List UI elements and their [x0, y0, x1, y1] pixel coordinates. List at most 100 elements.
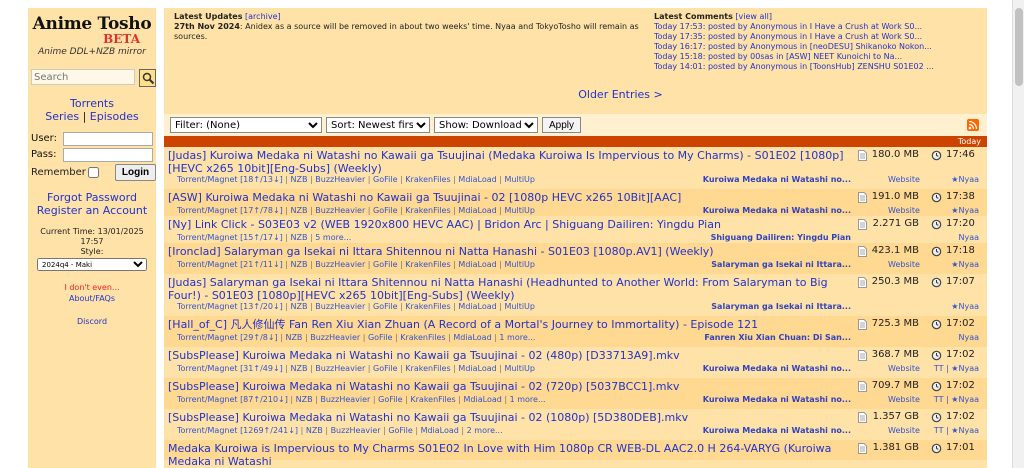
- torrent-download-link[interactable]: NZB: [291, 364, 308, 373]
- series-link[interactable]: Kuroiwa Medaka ni Watashi no...: [681, 426, 851, 435]
- torrent-title-link[interactable]: [SubsPlease] Kuroiwa Medaka ni Watashi n…: [168, 349, 856, 362]
- username-field[interactable]: [63, 131, 153, 146]
- file-info-icon[interactable]: [858, 219, 867, 233]
- show-select[interactable]: Show: Downloads: [434, 117, 538, 133]
- torrent-download-link[interactable]: /Magnet [87↑/210↓]: [205, 395, 288, 404]
- website-link[interactable]: Website: [879, 206, 929, 215]
- torrent-download-link[interactable]: MdiaLoad: [453, 333, 491, 342]
- torrent-title-link[interactable]: Medaka Kuroiwa is Impervious to My Charm…: [168, 442, 856, 468]
- torrent-download-link[interactable]: /Magnet [15↑/17↓]: [205, 233, 283, 242]
- torrent-download-link[interactable]: /Magnet [1269↑/241↓]: [205, 426, 298, 435]
- torrent-download-link[interactable]: GoFile: [378, 395, 402, 404]
- torrent-download-link[interactable]: /Magnet [17↑/78↓]: [205, 206, 283, 215]
- filter-select[interactable]: Filter: (None): [170, 117, 322, 133]
- torrent-download-link[interactable]: MultiUp: [505, 364, 536, 373]
- torrent-source-link[interactable]: ★Nyaa: [951, 260, 979, 269]
- page-scrollbar[interactable]: [1012, 0, 1024, 468]
- torrent-download-link[interactable]: GoFile: [373, 260, 397, 269]
- torrent-download-link[interactable]: Torrent: [177, 233, 205, 242]
- remember-checkbox[interactable]: [87, 167, 99, 178]
- torrent-download-link[interactable]: NZB: [291, 233, 308, 242]
- torrent-title-link[interactable]: [Ironclad] Salaryman ga Isekai ni Ittara…: [168, 245, 856, 258]
- nav-episodes[interactable]: Episodes: [90, 110, 139, 123]
- site-logo-title[interactable]: Anime Tosho: [28, 14, 156, 34]
- torrent-source-link[interactable]: Nyaa: [958, 233, 979, 242]
- torrent-download-link[interactable]: MdiaLoad: [458, 206, 496, 215]
- torrent-download-link[interactable]: MultiUp: [505, 260, 536, 269]
- website-link[interactable]: Website: [879, 175, 929, 184]
- torrent-download-link[interactable]: MdiaLoad: [458, 260, 496, 269]
- torrent-download-link[interactable]: MdiaLoad: [458, 302, 496, 311]
- torrent-title-link[interactable]: [Hall_of_C] 凡人修仙传 Fan Ren Xiu Xian Zhuan…: [168, 318, 856, 331]
- torrent-download-link[interactable]: BuzzHeavier: [315, 302, 365, 311]
- torrent-download-link[interactable]: GoFile: [373, 364, 397, 373]
- torrent-download-link[interactable]: MultiUp: [505, 206, 536, 215]
- torrent-download-link[interactable]: NZB: [306, 426, 323, 435]
- website-link[interactable]: Website: [879, 426, 929, 435]
- torrent-download-link[interactable]: MultiUp: [505, 175, 536, 184]
- series-link[interactable]: Salaryman ga Isekai ni Ittara...: [681, 302, 851, 311]
- torrent-download-link[interactable]: BuzzHeavier: [331, 426, 381, 435]
- torrent-source-link[interactable]: ★Nyaa: [951, 175, 979, 184]
- comment-item[interactable]: Today 15:18: posted by 00sas in [ASW] NE…: [654, 52, 974, 62]
- style-select[interactable]: 2024q4 - Maki: [37, 258, 147, 271]
- file-info-icon[interactable]: [858, 381, 867, 395]
- comment-item[interactable]: Today 14:01: posted by Anonymous in [Too…: [654, 62, 974, 72]
- torrent-download-link[interactable]: /Magnet [21↑/11↓]: [205, 260, 283, 269]
- series-link[interactable]: Fanren Xiu Xian Chuan: Di San...: [681, 333, 851, 342]
- torrent-download-link[interactable]: BuzzHeavier: [315, 260, 365, 269]
- torrent-source-link[interactable]: ★Nyaa: [951, 302, 979, 311]
- nav-series[interactable]: Series: [45, 110, 79, 123]
- series-link[interactable]: Kuroiwa Medaka ni Watashi no...: [681, 175, 851, 184]
- torrent-download-link[interactable]: Torrent: [177, 364, 205, 373]
- torrent-download-link[interactable]: KrakenFiles: [400, 333, 445, 342]
- series-link[interactable]: Kuroiwa Medaka ni Watashi no...: [681, 395, 851, 404]
- torrent-download-link[interactable]: /Magnet [29↑/8↓]: [205, 333, 278, 342]
- comment-item[interactable]: Today 16:17: posted by Anonymous in [neo…: [654, 42, 974, 52]
- torrent-source-link[interactable]: TT | ★Nyaa: [934, 364, 979, 373]
- series-link[interactable]: Shiguang Dailiren: Yingdu Pian: [681, 233, 851, 242]
- torrent-download-link[interactable]: NZB: [296, 395, 313, 404]
- torrent-title-link[interactable]: [Ny] Link Click - S03E03 v2 (WEB 1920x80…: [168, 218, 856, 231]
- torrent-download-link[interactable]: BuzzHeavier: [315, 175, 365, 184]
- torrent-download-link[interactable]: /Magnet [18↑/13↓]: [205, 175, 283, 184]
- torrent-download-link[interactable]: /Magnet [13↑/20↓]: [205, 302, 283, 311]
- torrent-download-link[interactable]: 1 more...: [499, 333, 535, 342]
- torrent-download-link[interactable]: KrakenFiles: [405, 302, 450, 311]
- torrent-title-link[interactable]: [Judas] Salaryman ga Isekai ni Ittara Sh…: [168, 276, 856, 302]
- torrent-download-link[interactable]: 5 more...: [315, 233, 351, 242]
- torrent-source-link[interactable]: TT | ★Nyaa: [934, 426, 979, 435]
- torrent-download-link[interactable]: BuzzHeavier: [315, 206, 365, 215]
- torrent-source-link[interactable]: TT | ★Nyaa: [934, 395, 979, 404]
- scrollbar-thumb[interactable]: [1015, 8, 1023, 86]
- torrent-download-link[interactable]: BuzzHeavier: [310, 333, 360, 342]
- torrent-download-link[interactable]: MdiaLoad: [458, 364, 496, 373]
- login-button[interactable]: Login: [114, 164, 157, 181]
- torrent-download-link[interactable]: NZB: [291, 175, 308, 184]
- torrent-title-link[interactable]: [Judas] Kuroiwa Medaka ni Watashi no Kaw…: [168, 149, 856, 175]
- comment-item[interactable]: Today 17:53: posted by Anonymous in I Ha…: [654, 22, 974, 32]
- search-input[interactable]: [31, 69, 135, 85]
- website-link[interactable]: Website: [879, 395, 929, 404]
- torrent-download-link[interactable]: GoFile: [368, 333, 392, 342]
- torrent-download-link[interactable]: KrakenFiles: [405, 175, 450, 184]
- password-field[interactable]: [63, 147, 153, 162]
- sort-select[interactable]: Sort: Newest first: [326, 117, 430, 133]
- torrent-download-link[interactable]: KrakenFiles: [405, 364, 450, 373]
- search-button[interactable]: [139, 69, 156, 87]
- torrent-download-link[interactable]: BuzzHeavier: [315, 364, 365, 373]
- file-info-icon[interactable]: [858, 412, 867, 426]
- file-info-icon[interactable]: [858, 277, 867, 291]
- torrent-title-link[interactable]: [SubsPlease] Kuroiwa Medaka ni Watashi n…: [168, 380, 856, 393]
- forgot-password-link[interactable]: Forgot Password: [47, 191, 137, 204]
- file-info-icon[interactable]: [858, 150, 867, 164]
- about-faqs-link[interactable]: About/FAQs: [69, 294, 115, 303]
- torrent-download-link[interactable]: KrakenFiles: [405, 260, 450, 269]
- torrent-download-link[interactable]: BuzzHeavier: [320, 395, 370, 404]
- file-info-icon[interactable]: [858, 246, 867, 260]
- view-all-comments-link[interactable]: [view all]: [735, 12, 772, 21]
- apply-button[interactable]: Apply: [542, 117, 582, 133]
- torrent-source-link[interactable]: ★Nyaa: [951, 206, 979, 215]
- rss-feed-button[interactable]: [967, 119, 979, 131]
- torrent-download-link[interactable]: Torrent: [177, 395, 205, 404]
